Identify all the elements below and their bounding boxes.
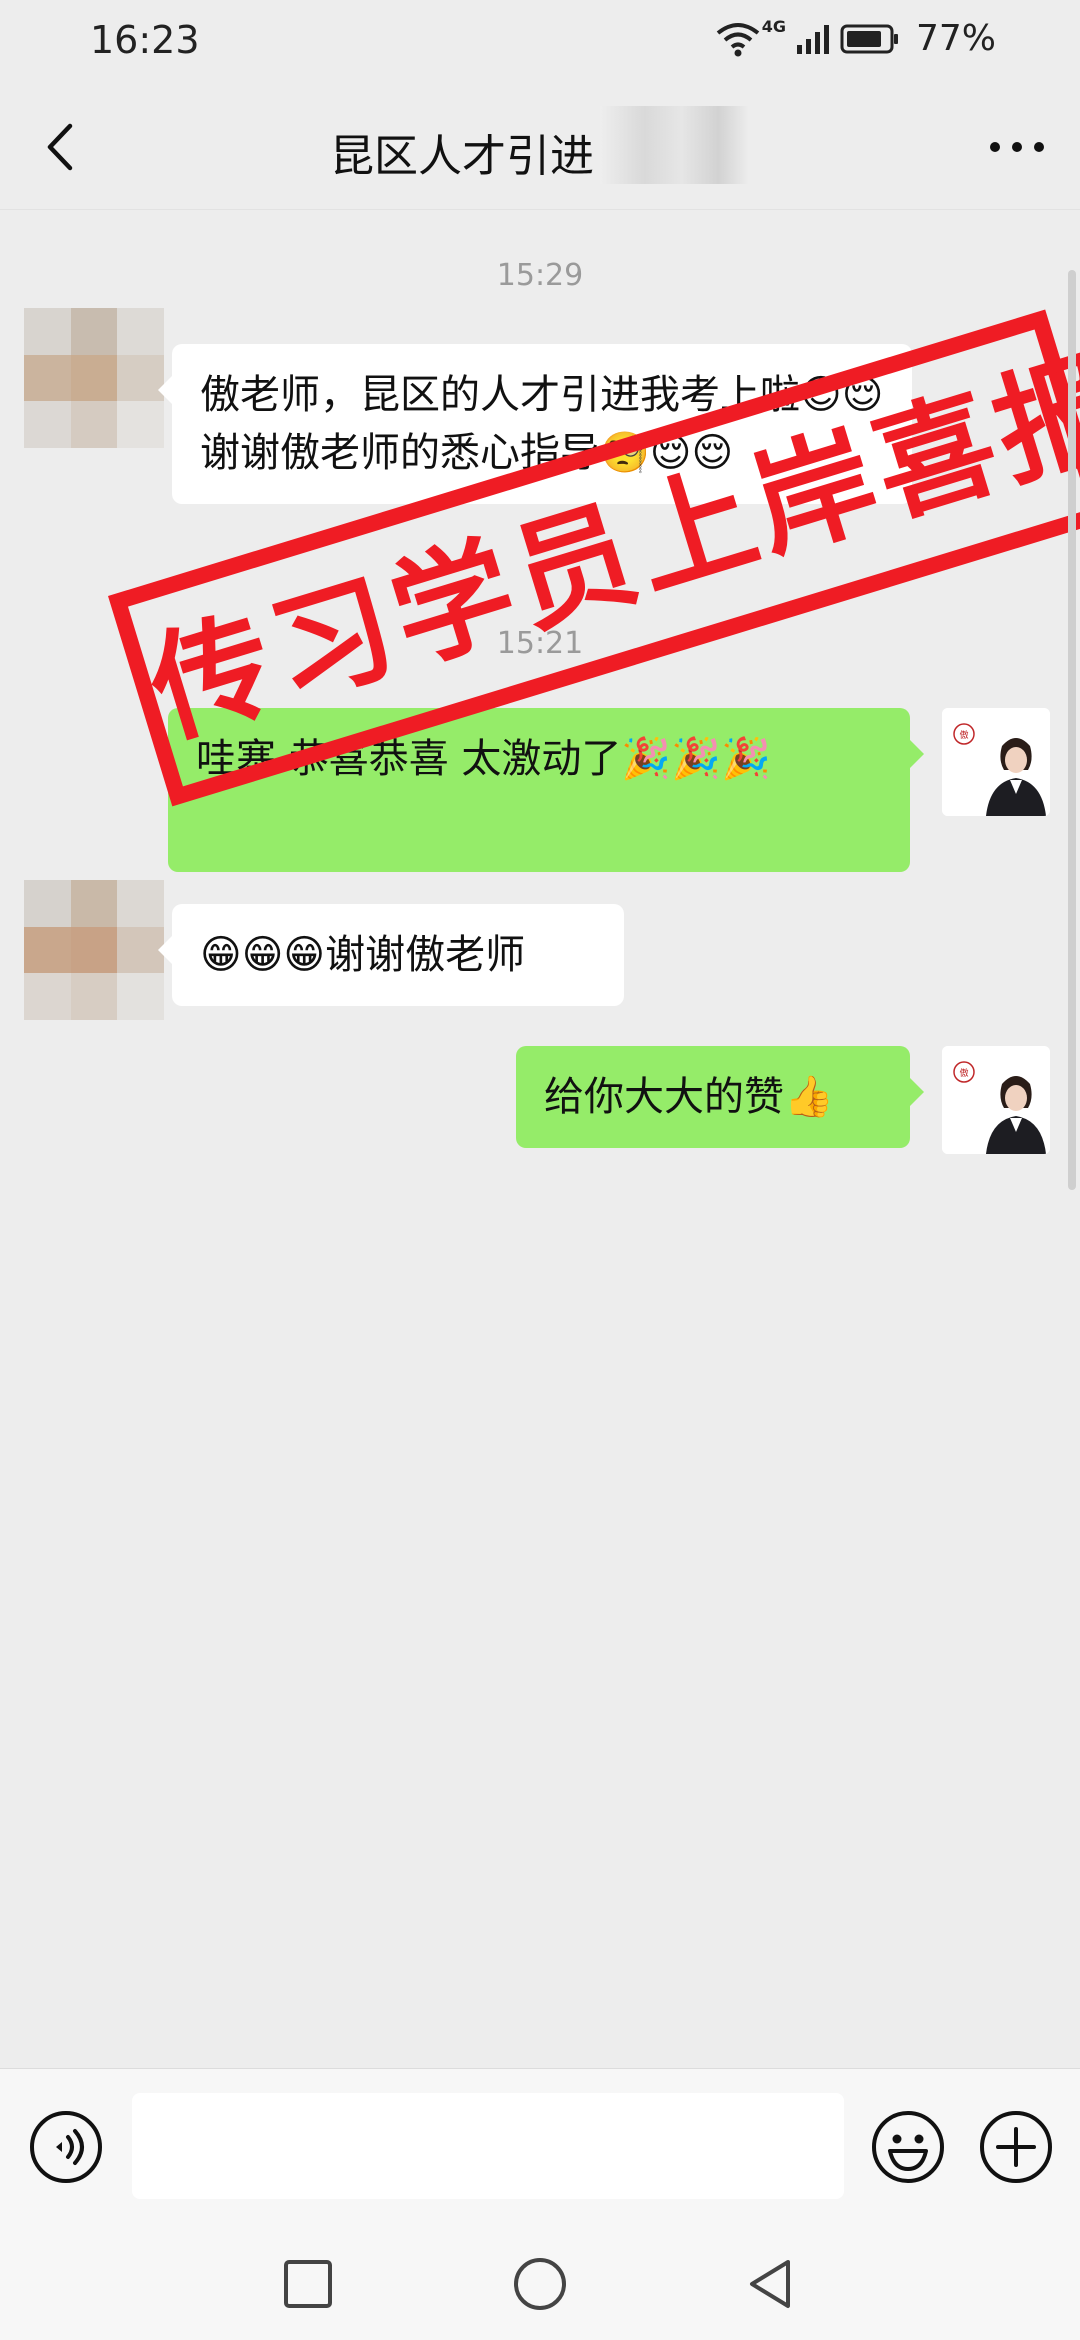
message-input[interactable] [132, 2093, 844, 2199]
message-timestamp: 15:29 [496, 258, 584, 293]
square-icon[interactable] [276, 2252, 340, 2316]
message-bubble-outgoing[interactable]: 给你大大的赞👍 [516, 1046, 924, 1148]
emoji-icon[interactable] [870, 2109, 946, 2185]
avatar-photo: 傲 [942, 1046, 1050, 1154]
signal-icon [796, 24, 829, 54]
battery-percent: 77% [915, 18, 996, 59]
network-type: 4G [761, 17, 786, 36]
status-bar: 16:23 4G 77% [0, 0, 1080, 84]
system-nav-bar [0, 2224, 1080, 2340]
svg-text:傲: 傲 [959, 729, 968, 741]
battery-icon [840, 24, 898, 53]
circle-icon[interactable] [508, 2252, 572, 2316]
avatar[interactable] [24, 880, 164, 1020]
avatar[interactable] [24, 308, 164, 448]
svg-text:傲: 傲 [959, 1067, 968, 1079]
chat-header: 昆区人才引进 [0, 84, 1080, 210]
scrollbar[interactable] [1068, 270, 1076, 1190]
plus-icon[interactable] [978, 2109, 1054, 2185]
status-time: 16:23 [90, 18, 200, 62]
voice-icon[interactable] [28, 2109, 104, 2185]
title-redaction [600, 106, 748, 184]
message-bubble-incoming[interactable]: 😁😁😁谢谢傲老师 [158, 904, 624, 1006]
avatar[interactable]: 傲 [942, 1046, 1050, 1154]
chat-title: 昆区人才引进 [330, 131, 594, 182]
avatar[interactable]: 傲 [942, 708, 1050, 816]
triangle-back-icon[interactable] [740, 2252, 804, 2316]
input-bar [0, 2068, 1080, 2224]
status-icons: 4G 77% [716, 17, 996, 59]
more-dots-icon[interactable] [984, 118, 1050, 176]
avatar-photo: 傲 [942, 708, 1050, 816]
chevron-left-icon[interactable] [30, 114, 96, 180]
wifi-icon [716, 22, 759, 56]
